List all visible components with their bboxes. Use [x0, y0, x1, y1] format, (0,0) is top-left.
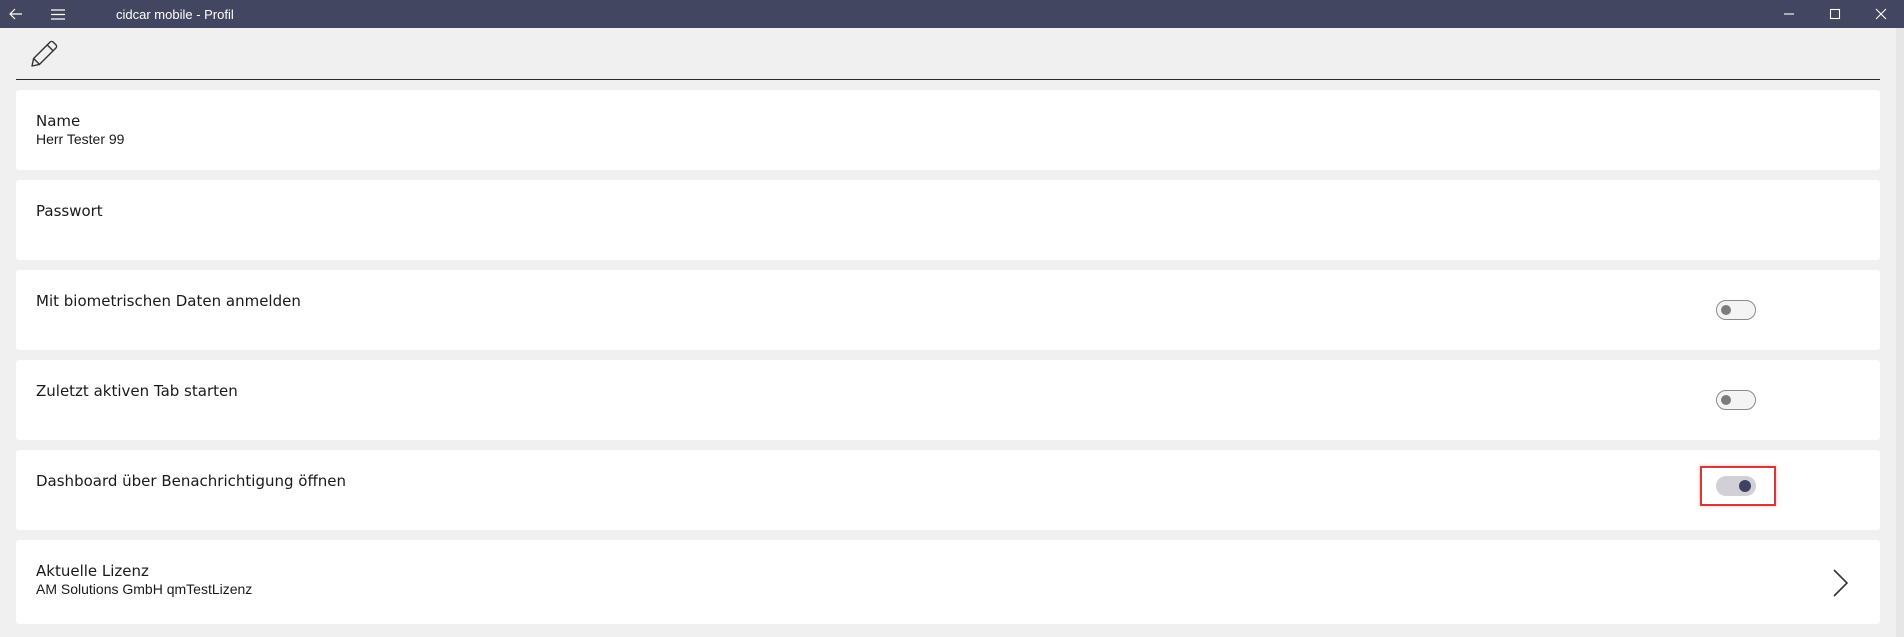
- pencil-icon[interactable]: [26, 36, 62, 72]
- arrow-left-icon[interactable]: [2, 0, 30, 28]
- toolbar-divider: [16, 79, 1880, 80]
- dashboard-notification-card: Dashboard über Benachrichtigung öffnen: [16, 450, 1880, 530]
- maximize-icon[interactable]: [1812, 0, 1858, 28]
- last-tab-card: Zuletzt aktiven Tab starten: [16, 360, 1880, 440]
- toggle-knob: [1721, 305, 1731, 315]
- toggle-knob: [1721, 395, 1731, 405]
- password-card[interactable]: Passwort: [16, 180, 1880, 260]
- window-title: cidcar mobile - Profil: [116, 6, 234, 22]
- minimize-icon[interactable]: [1766, 0, 1812, 28]
- window-controls: [1766, 0, 1904, 28]
- title-bar: cidcar mobile - Profil: [0, 0, 1904, 28]
- chevron-right-icon[interactable]: [1830, 568, 1850, 598]
- dashboard-notification-toggle[interactable]: [1716, 476, 1756, 496]
- name-card: Name Herr Tester 99: [16, 90, 1880, 170]
- last-tab-label: Zuletzt aktiven Tab starten: [36, 382, 238, 400]
- toggle-knob: [1739, 480, 1751, 492]
- dashboard-notification-label: Dashboard über Benachrichtigung öffnen: [36, 472, 347, 490]
- license-card[interactable]: Aktuelle Lizenz AM Solutions GmbH qmTest…: [16, 540, 1880, 624]
- toolbar: [16, 28, 1880, 80]
- scrollbar[interactable]: [1896, 28, 1904, 637]
- password-label: Passwort: [36, 202, 103, 220]
- last-tab-toggle[interactable]: [1716, 390, 1756, 410]
- biometric-toggle[interactable]: [1716, 300, 1756, 320]
- hamburger-menu-icon[interactable]: [44, 0, 72, 28]
- name-label: Name: [36, 112, 81, 130]
- close-icon[interactable]: [1858, 0, 1904, 28]
- license-label: Aktuelle Lizenz: [36, 562, 149, 580]
- license-value: AM Solutions GmbH qmTestLizenz: [36, 581, 253, 597]
- name-value: Herr Tester 99: [36, 131, 125, 147]
- biometric-card: Mit biometrischen Daten anmelden: [16, 270, 1880, 350]
- biometric-label: Mit biometrischen Daten anmelden: [36, 292, 301, 310]
